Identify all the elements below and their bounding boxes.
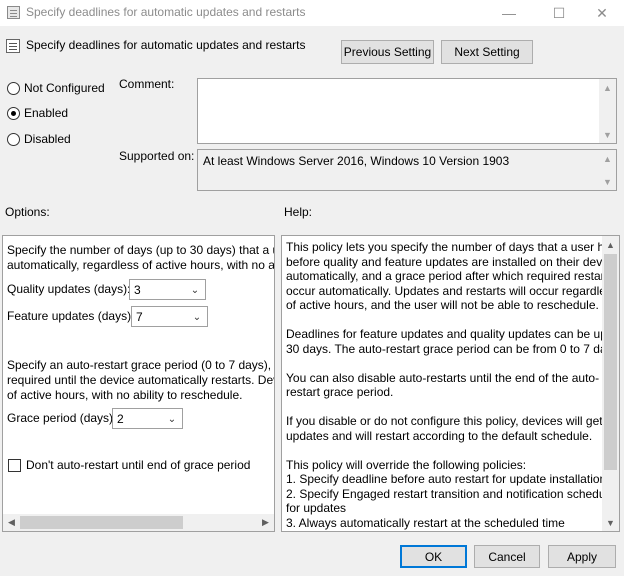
scroll-down-icon[interactable]: ▼ <box>599 173 616 190</box>
help-line: updates and will restart according to th… <box>286 428 593 443</box>
policy-setting-icon <box>6 39 20 53</box>
enabled-radio[interactable] <box>7 107 20 120</box>
help-line: If you disable or do not configure this … <box>286 414 603 428</box>
help-line: You can also disable auto-restarts until… <box>286 370 600 385</box>
help-line: Deadlines for feature updates and qualit… <box>286 327 620 341</box>
ok-button[interactable]: OK <box>400 545 467 568</box>
apply-button[interactable]: Apply <box>548 545 616 568</box>
supported-on-value: At least Windows Server 2016, Windows 10… <box>203 154 510 168</box>
feature-updates-value: 7 <box>136 310 143 324</box>
scroll-right-icon[interactable]: ▶ <box>257 514 274 531</box>
grace-description-line-1: Specify an auto-restart grace period (0 … <box>7 358 274 372</box>
feature-updates-label: Feature updates (days): <box>7 309 135 323</box>
options-description-line-1: Specify the number of days (up to 30 day… <box>7 243 274 257</box>
enabled-label[interactable]: Enabled <box>24 106 68 120</box>
help-scroll-thumb[interactable] <box>604 254 617 470</box>
help-line: 30 days. The auto-restart grace period c… <box>286 341 620 356</box>
options-hscrollbar[interactable]: ◀ ▶ <box>3 514 274 531</box>
maximize-button[interactable]: ☐ <box>536 0 582 26</box>
chevron-down-icon[interactable]: ⌄ <box>189 308 205 326</box>
grace-period-value: 2 <box>117 412 124 426</box>
options-label: Options: <box>5 205 50 219</box>
help-line: restart grace period. <box>286 385 394 399</box>
grace-period-combo[interactable]: 2 ⌄ <box>112 408 183 429</box>
scroll-up-icon[interactable]: ▲ <box>602 236 619 253</box>
grace-period-label: Grace period (days) <box>7 411 114 425</box>
help-line <box>286 313 602 328</box>
grace-description-line-3: of active hours, with no ability to resc… <box>7 388 243 402</box>
disabled-label[interactable]: Disabled <box>24 132 71 146</box>
policy-app-icon <box>7 6 20 19</box>
help-panel: This policy lets you specify the number … <box>281 235 620 532</box>
help-line <box>286 443 602 458</box>
scroll-down-icon[interactable]: ▼ <box>602 514 619 531</box>
help-scrollbar[interactable]: ▲ ▼ <box>602 236 619 531</box>
comment-label: Comment: <box>119 77 175 91</box>
minimize-button[interactable]: — <box>486 0 532 26</box>
help-line: for updates <box>286 501 347 515</box>
comment-scrollbar[interactable]: ▲ ▼ <box>599 79 616 143</box>
cancel-button[interactable]: Cancel <box>474 545 540 568</box>
help-line: before quality and feature updates are i… <box>286 254 620 269</box>
options-panel: Specify the number of days (up to 30 day… <box>2 235 275 532</box>
help-line: automatically, and a grace period after … <box>286 269 614 283</box>
setting-title: Specify deadlines for automatic updates … <box>26 38 306 52</box>
help-text: This policy lets you specify the number … <box>286 240 620 530</box>
next-setting-button[interactable]: Next Setting <box>441 40 533 64</box>
close-button[interactable]: ✕ <box>579 0 624 26</box>
quality-updates-label: Quality updates (days): <box>7 282 131 296</box>
help-line: 1. Specify deadline before auto restart … <box>286 472 607 486</box>
grace-description-line-2: required until the device automatically … <box>7 373 274 387</box>
supported-on-box: At least Windows Server 2016, Windows 10… <box>197 149 617 191</box>
scroll-up-icon[interactable]: ▲ <box>599 79 616 96</box>
help-line: 3. Always automatically restart at the s… <box>286 515 565 530</box>
chevron-down-icon[interactable]: ⌄ <box>164 410 180 428</box>
help-line: of active hours, and the user will not b… <box>286 298 599 312</box>
window-title: Specify deadlines for automatic updates … <box>26 5 306 19</box>
not-configured-label[interactable]: Not Configured <box>24 81 105 95</box>
scroll-up-icon[interactable]: ▲ <box>599 150 616 167</box>
help-line <box>286 356 602 371</box>
scroll-left-icon[interactable]: ◀ <box>3 514 20 531</box>
options-scroll-thumb[interactable] <box>20 516 183 529</box>
options-description-line-2: automatically, regardless of active hour… <box>7 258 275 272</box>
help-line: This policy will override the following … <box>286 457 527 472</box>
feature-updates-combo[interactable]: 7 ⌄ <box>131 306 208 327</box>
help-line <box>286 400 602 415</box>
help-label: Help: <box>284 205 313 219</box>
comment-textarea[interactable]: ▲ ▼ <box>197 78 617 144</box>
auto-restart-checkbox-label[interactable]: Don't auto-restart until end of grace pe… <box>26 458 250 473</box>
help-line: 2. Specify Engaged restart transition an… <box>286 486 615 501</box>
disabled-radio[interactable] <box>7 133 20 146</box>
help-line: This policy lets you specify the number … <box>286 240 617 254</box>
supported-on-label: Supported on: <box>119 149 195 163</box>
title-bar: Specify deadlines for automatic updates … <box>0 0 624 26</box>
chevron-down-icon[interactable]: ⌄ <box>187 281 203 299</box>
auto-restart-checkbox[interactable] <box>8 459 21 472</box>
previous-setting-button[interactable]: Previous Setting <box>341 40 434 64</box>
scroll-down-icon[interactable]: ▼ <box>599 126 616 143</box>
quality-updates-value: 3 <box>134 283 141 297</box>
not-configured-radio[interactable] <box>7 82 20 95</box>
quality-updates-combo[interactable]: 3 ⌄ <box>129 279 206 300</box>
supported-scrollbar[interactable]: ▲ ▼ <box>599 150 616 190</box>
help-line: occur automatically. Updates and restart… <box>286 283 618 298</box>
